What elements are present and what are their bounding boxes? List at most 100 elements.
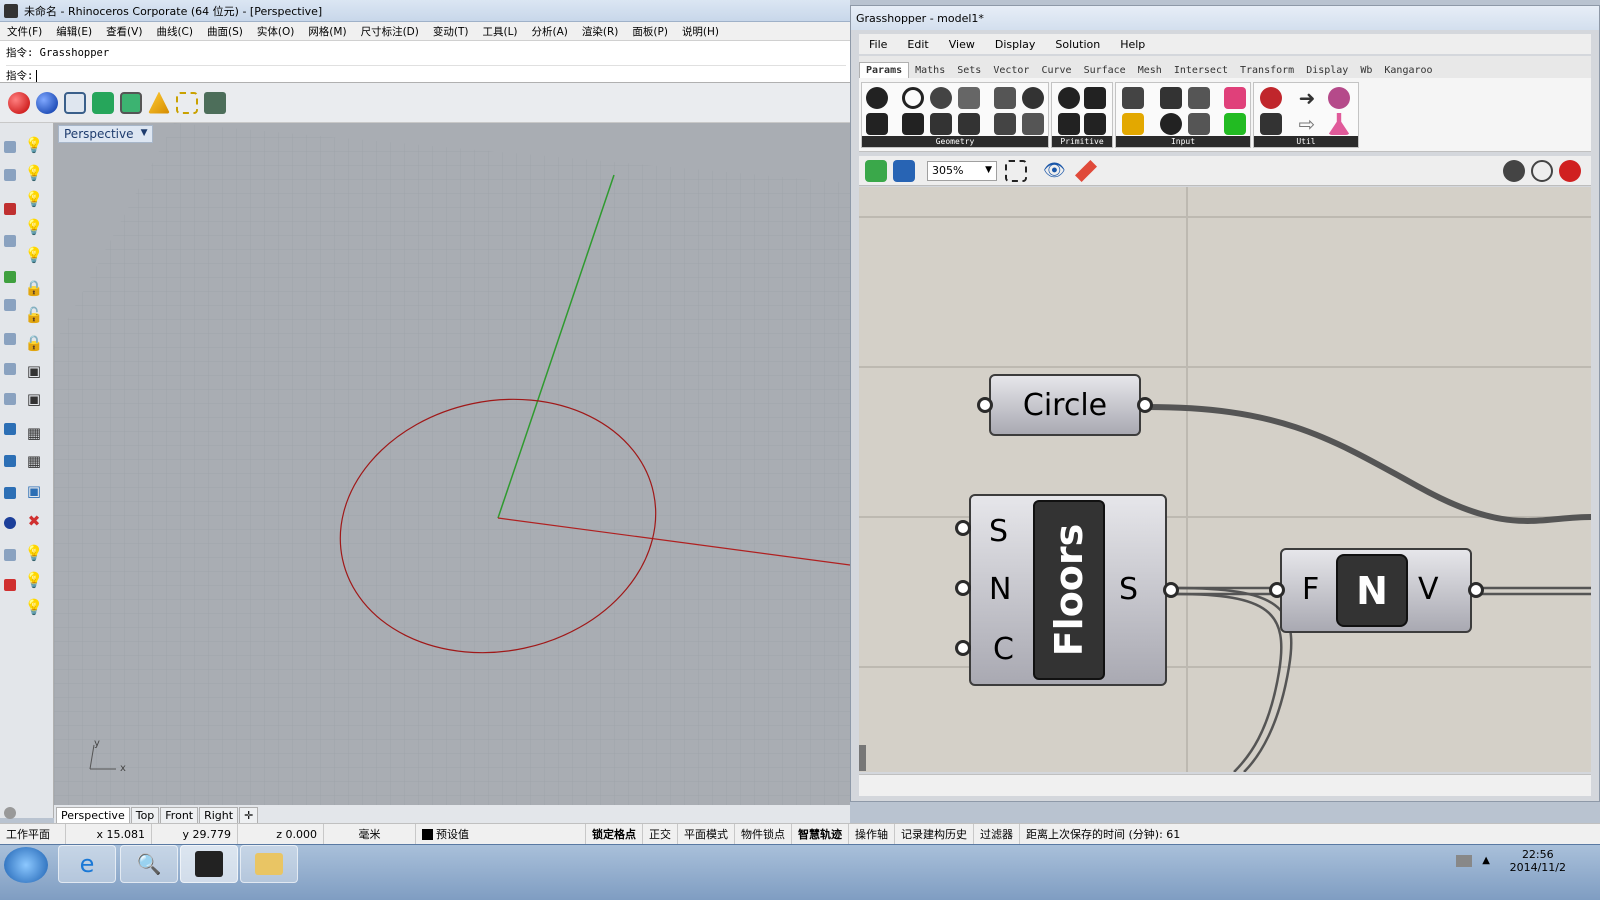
arrow-right-icon[interactable]: ➜	[1296, 87, 1318, 109]
keyboard-tray-icon[interactable]	[1456, 855, 1472, 867]
shade-icon[interactable]	[4, 235, 16, 247]
preview-wire-icon[interactable]	[1531, 160, 1553, 182]
group-param-icon[interactable]	[1022, 113, 1044, 135]
sketch-pen-icon[interactable]	[1075, 160, 1097, 182]
tab-curve[interactable]: Curve	[1035, 63, 1077, 78]
tab-mesh[interactable]: Mesh	[1132, 63, 1168, 78]
curve-small-icon[interactable]	[4, 363, 16, 375]
ie-taskbar-button[interactable]: e	[58, 845, 116, 883]
brep-param-icon[interactable]	[994, 87, 1016, 109]
blue-ball-icon[interactable]	[4, 517, 16, 529]
tray-expand-icon[interactable]: ▲	[1482, 855, 1490, 866]
circle-param-icon[interactable]	[902, 87, 924, 109]
menu-view[interactable]: 查看(V)	[99, 24, 149, 39]
options-gear-icon[interactable]	[4, 807, 16, 819]
spotlight-icon[interactable]: 💡	[24, 163, 44, 183]
undo-red-icon[interactable]	[4, 579, 16, 591]
dots-icon[interactable]	[4, 393, 16, 405]
toggle-planar[interactable]: 平面模式	[678, 824, 735, 844]
tab-params[interactable]: Params	[859, 62, 910, 78]
menu-surface[interactable]: 曲面(S)	[200, 24, 250, 39]
point-icon[interactable]	[4, 271, 16, 283]
mesh-param-icon[interactable]	[1022, 87, 1044, 109]
toggle-filter[interactable]: 过滤器	[974, 824, 1020, 844]
toggle-icon[interactable]	[1160, 87, 1182, 109]
value-list-icon[interactable]	[1188, 113, 1210, 135]
lock-icon[interactable]: 🔒	[24, 278, 44, 298]
zoom-selector[interactable]: 305% ▼	[927, 161, 997, 181]
bounding-box-icon[interactable]	[176, 91, 198, 114]
tab-transform[interactable]: Transform	[1234, 63, 1300, 78]
knob-icon[interactable]	[1160, 113, 1182, 135]
geometry-param-icon[interactable]	[866, 87, 888, 109]
status-cplane[interactable]: 工作平面	[0, 824, 66, 844]
cherry-icon[interactable]	[1260, 87, 1282, 109]
plane-param-icon[interactable]	[902, 113, 924, 135]
green-mesh-icon[interactable]	[92, 91, 114, 114]
circle-output-grip[interactable]	[1137, 397, 1153, 413]
start-button[interactable]	[4, 847, 48, 883]
menu-analyze[interactable]: 分析(A)	[525, 24, 575, 39]
number-param-icon[interactable]	[1058, 113, 1080, 135]
menu-help[interactable]: 说明(H)	[675, 24, 726, 39]
canvas-vertical-scrollbar[interactable]	[859, 745, 866, 771]
surface-small-icon[interactable]	[4, 423, 16, 435]
tab-display[interactable]: Display	[1300, 63, 1354, 78]
directional-light-icon[interactable]: 💡	[24, 217, 44, 237]
menu-panels[interactable]: 面板(P)	[625, 24, 675, 39]
integer-param-icon[interactable]	[1084, 87, 1106, 109]
slider-icon[interactable]	[1224, 87, 1246, 109]
box-param-icon[interactable]	[994, 113, 1016, 135]
toggle-gumball[interactable]: 操作轴	[849, 824, 895, 844]
floors-output-grip[interactable]	[1163, 582, 1179, 598]
cylinder-icon[interactable]	[204, 91, 226, 114]
floors-n-grip[interactable]	[955, 580, 971, 596]
zoom-extents-icon[interactable]	[1005, 160, 1027, 182]
toggle-grid-snap[interactable]: 锁定格点	[586, 824, 643, 844]
rhino-taskbar-button[interactable]	[180, 845, 238, 883]
block-icon[interactable]: ▣	[24, 481, 44, 501]
tab-vector[interactable]: Vector	[987, 63, 1035, 78]
hide-icon[interactable]: ▣	[24, 361, 44, 381]
green-box-icon[interactable]	[120, 91, 142, 114]
system-clock[interactable]: 22:56 2014/11/2	[1510, 848, 1566, 874]
gradient-icon[interactable]	[1224, 113, 1246, 135]
toggle-smarttrack[interactable]: 智慧轨迹	[792, 824, 849, 844]
command-prompt-line[interactable]: 指令:	[6, 65, 846, 83]
menu-transform[interactable]: 变动(T)	[426, 24, 476, 39]
light-bulb-icon[interactable]: 💡	[24, 135, 44, 155]
ungroup-icon[interactable]: ▦	[24, 451, 44, 471]
gh-menu-help[interactable]: Help	[1110, 38, 1155, 51]
status-layer[interactable]: 预设值	[416, 824, 586, 844]
floors-c-grip[interactable]	[955, 640, 971, 656]
tab-sets[interactable]: Sets	[951, 63, 987, 78]
light-off-icon[interactable]: 💡	[24, 597, 44, 617]
color-picker-icon[interactable]	[1328, 87, 1350, 109]
preview-eye-icon[interactable]: 👁	[1043, 160, 1066, 182]
menu-solid[interactable]: 实体(O)	[250, 24, 301, 39]
preview-shaded-icon[interactable]	[1559, 160, 1581, 182]
number-param-component[interactable]: F N V	[1280, 548, 1472, 633]
open-file-icon[interactable]	[865, 160, 887, 182]
preview-mode-icon[interactable]	[1503, 160, 1525, 182]
perspective-viewport[interactable]: x y	[54, 123, 850, 805]
flask-icon[interactable]	[1328, 113, 1350, 135]
text-param-icon[interactable]	[1084, 113, 1106, 135]
tab-front[interactable]: Front	[160, 807, 199, 823]
import-icon[interactable]	[1122, 87, 1144, 109]
toggle-osnap[interactable]: 物件锁点	[735, 824, 792, 844]
tab-wb[interactable]: Wb	[1354, 63, 1378, 78]
point-param-icon[interactable]	[958, 113, 980, 135]
line-param-icon[interactable]	[930, 113, 952, 135]
tab-kangaroo[interactable]: Kangaroo	[1378, 63, 1438, 78]
tab-perspective[interactable]: Perspective	[56, 807, 130, 823]
status-units[interactable]: 毫米	[324, 824, 416, 844]
grasshopper-canvas[interactable]: Circle S N C Floors S F N V	[859, 187, 1591, 772]
circle-input-grip[interactable]	[977, 397, 993, 413]
surface-param-icon[interactable]	[958, 87, 980, 109]
show-icon[interactable]: ▣	[24, 389, 44, 409]
menu-file[interactable]: 文件(F)	[0, 24, 49, 39]
record-icon[interactable]	[4, 203, 16, 215]
unlock-icon[interactable]: 🔓	[24, 305, 44, 325]
lock-selected-icon[interactable]: 🔒	[24, 333, 44, 353]
